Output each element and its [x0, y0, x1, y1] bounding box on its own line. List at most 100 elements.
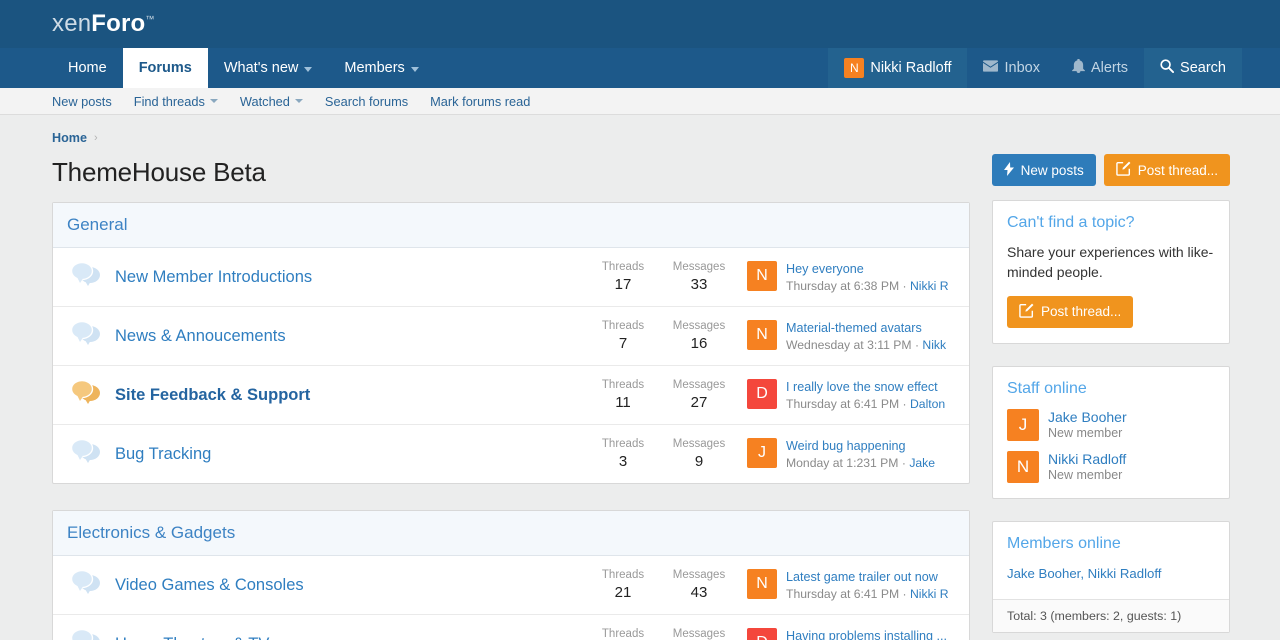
forum-link[interactable]: New Member Introductions	[105, 268, 585, 287]
forum-row[interactable]: News & Annoucements Threads 7 Messages 1…	[53, 307, 969, 366]
nav-item-inbox[interactable]: Inbox	[967, 48, 1055, 88]
last-post-author[interactable]: Nikki R	[910, 279, 949, 293]
avatar[interactable]: D	[747, 379, 777, 409]
messages-stat: Messages 33	[661, 261, 737, 293]
forum-row[interactable]: Home Theaters & TV Threads 8 Messages 19…	[53, 615, 969, 640]
last-post-time: Thursday at 6:41 PM	[786, 397, 900, 411]
staff-member-name[interactable]: Nikki Radloff	[1048, 451, 1126, 467]
content-columns: General New Member Introductions Threads	[52, 154, 1230, 640]
avatar[interactable]: N	[747, 320, 777, 350]
sidebar: New posts Post thread... Can't find a to…	[991, 154, 1230, 640]
last-post-title[interactable]: Weird bug happening	[786, 439, 935, 453]
nav-secondary-items: N Nikki Radloff Inbox Alerts Search	[828, 48, 1280, 88]
speech-bubbles-icon	[67, 628, 105, 640]
avatar[interactable]: D	[747, 628, 777, 640]
messages-label: Messages	[672, 438, 726, 450]
last-post-time: Monday at 1:231 PM	[786, 456, 899, 470]
members-online-title: Members online	[1007, 534, 1121, 552]
nav-item-label: Forums	[138, 60, 192, 76]
speech-bubbles-icon-unread	[67, 379, 105, 411]
account-name-label: Nikki Radloff	[870, 60, 952, 76]
messages-label: Messages	[672, 320, 726, 332]
avatar[interactable]: J	[747, 438, 777, 468]
last-post-author[interactable]: Nikki R	[910, 587, 949, 601]
new-posts-button[interactable]: New posts	[991, 154, 1096, 186]
last-post: J Weird bug happening Monday at 1:231 PM…	[737, 438, 955, 470]
nav-item-account[interactable]: N Nikki Radloff	[828, 48, 968, 88]
post-thread-button[interactable]: Post thread...	[1103, 154, 1230, 186]
threads-count: 17	[614, 276, 632, 293]
nav-item-home[interactable]: Home	[52, 48, 123, 88]
trademark-symbol: ™	[145, 14, 155, 24]
avatar[interactable]: N	[747, 261, 777, 291]
subnav-item-watched[interactable]: Watched	[229, 94, 314, 109]
subnav-item-find-threads[interactable]: Find threads	[123, 94, 229, 109]
messages-count: 33	[690, 276, 708, 293]
breadcrumb-item-home[interactable]: Home	[52, 131, 87, 145]
site-logo[interactable]: xenForo™	[52, 10, 155, 38]
last-post: N Latest game trailer out now Thursday a…	[737, 569, 955, 601]
messages-count: 27	[690, 394, 708, 411]
meta-separator: ·	[902, 397, 907, 411]
last-post-author[interactable]: Nikk	[922, 338, 946, 352]
forum-row[interactable]: Video Games & Consoles Threads 21 Messag…	[53, 556, 969, 615]
forum-row[interactable]: Bug Tracking Threads 3 Messages 9 J Weir…	[53, 425, 969, 483]
forum-link[interactable]: Home Theaters & TV	[105, 635, 585, 640]
nav-item-members[interactable]: Members	[328, 48, 434, 88]
forum-section: Electronics & Gadgets Video Games & Cons…	[52, 510, 970, 640]
forum-link[interactable]: Video Games & Consoles	[105, 576, 585, 595]
messages-label: Messages	[672, 261, 726, 273]
staff-online-block: Staff online J Jake Booher New member N …	[992, 365, 1230, 499]
avatar[interactable]: N	[747, 569, 777, 599]
subnav-item-label: New posts	[52, 93, 112, 109]
last-post-title[interactable]: Material-themed avatars	[786, 321, 946, 335]
main-navigation: Home Forums What's new Members N Nikki R…	[0, 48, 1280, 88]
nav-item-forums[interactable]: Forums	[122, 48, 208, 88]
threads-count: 11	[615, 394, 631, 411]
subnav-item-mark-forums-read[interactable]: Mark forums read	[419, 94, 541, 109]
avatar[interactable]: J	[1007, 408, 1039, 441]
staff-member-info: Nikki Radloff New member	[1048, 451, 1126, 482]
subnav-item-new-posts[interactable]: New posts	[52, 94, 123, 109]
forum-row[interactable]: Site Feedback & Support Threads 11 Messa…	[53, 366, 969, 425]
last-post-title[interactable]: Having problems installing ...	[786, 629, 947, 640]
envelope-icon	[983, 60, 999, 76]
last-post-meta: Thursday at 6:38 PM · Nikki R	[786, 279, 949, 293]
staff-member-row[interactable]: J Jake Booher New member	[1007, 408, 1215, 441]
nav-item-whats-new[interactable]: What's new	[208, 48, 329, 88]
meta-separator: ·	[914, 338, 920, 352]
chevron-down-icon	[410, 66, 419, 72]
find-topic-content: Can't find a topic? Share your experienc…	[993, 201, 1229, 343]
nav-item-alerts[interactable]: Alerts	[1056, 48, 1144, 88]
threads-label: Threads	[601, 379, 645, 391]
forum-link[interactable]: News & Annoucements	[105, 327, 585, 346]
last-post-author[interactable]: Dalton	[910, 397, 945, 411]
chevron-down-icon	[294, 99, 303, 103]
nav-item-search[interactable]: Search	[1144, 48, 1242, 88]
members-online-list[interactable]: Jake Booher, Nikki Radloff	[1007, 564, 1215, 584]
avatar[interactable]: N	[1007, 450, 1039, 483]
last-post-title[interactable]: I really love the snow effect	[786, 380, 945, 394]
threads-stat: Threads 3	[585, 438, 661, 470]
speech-bubbles-icon	[67, 261, 105, 293]
subnav-item-search-forums[interactable]: Search forums	[314, 94, 419, 109]
last-post: D Having problems installing ... Tuesday…	[737, 628, 955, 640]
staff-member-role: New member	[1048, 468, 1123, 483]
sidebar-post-thread-button[interactable]: Post thread...	[1007, 295, 1134, 328]
messages-count: 43	[690, 584, 708, 601]
forum-link[interactable]: Bug Tracking	[105, 445, 585, 464]
logo-text-light: xen	[52, 10, 92, 37]
sidebar-post-thread-label: Post thread...	[1041, 304, 1122, 320]
last-post-author[interactable]: Jake	[909, 456, 935, 470]
speech-bubbles-icon	[67, 569, 105, 601]
threads-label: Threads	[601, 628, 645, 640]
threads-label: Threads	[601, 261, 645, 273]
messages-label: Messages	[672, 569, 726, 581]
last-post-title[interactable]: Hey everyone	[786, 262, 949, 276]
search-label: Search	[1180, 60, 1226, 76]
forum-row[interactable]: New Member Introductions Threads 17 Mess…	[53, 248, 969, 307]
staff-member-name[interactable]: Jake Booher	[1048, 409, 1127, 425]
staff-member-row[interactable]: N Nikki Radloff New member	[1007, 450, 1215, 483]
forum-link[interactable]: Site Feedback & Support	[105, 386, 585, 405]
last-post-title[interactable]: Latest game trailer out now	[786, 570, 949, 584]
